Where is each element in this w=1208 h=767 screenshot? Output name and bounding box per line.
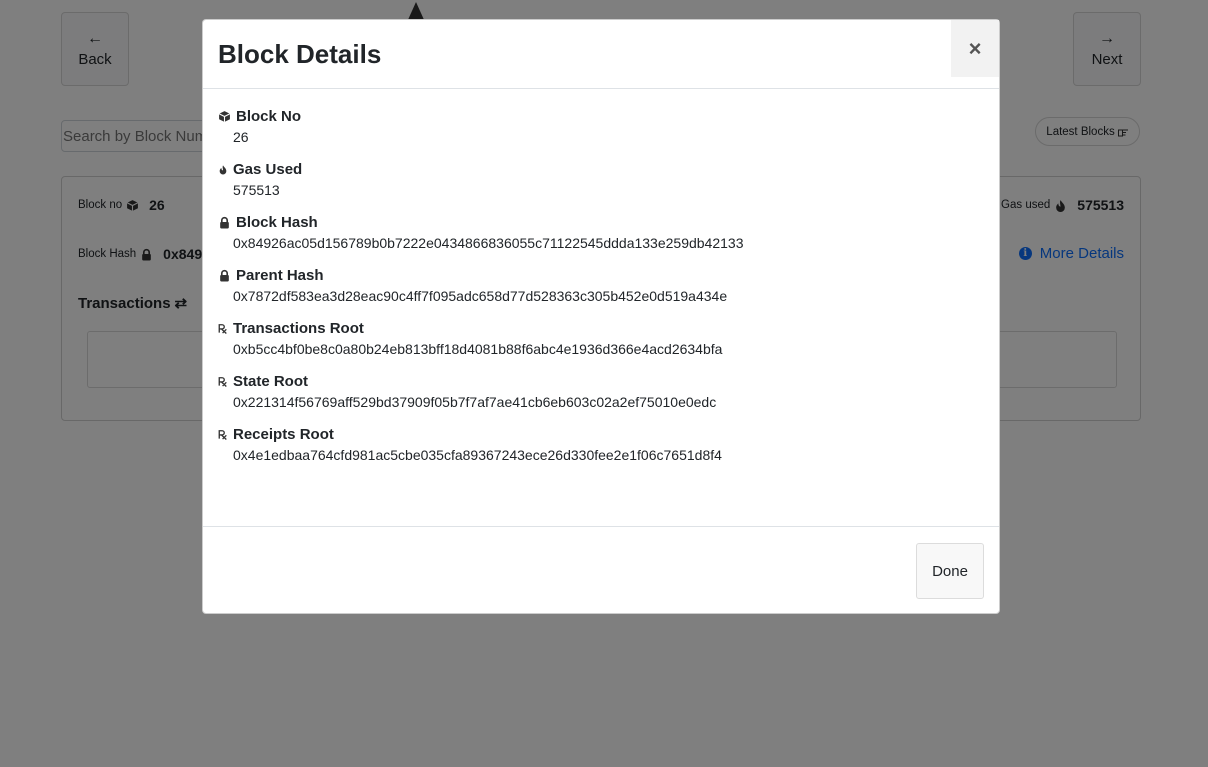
detail-block-no: Block No 26 (218, 107, 984, 146)
detail-value: 0x7872df583ea3d28eac90c4ff7f095adc658d77… (233, 288, 728, 304)
prescription-icon (218, 323, 227, 334)
close-button[interactable]: × (951, 20, 999, 77)
detail-block-hash: Block Hash 0x84926ac05d156789b0b7222e043… (218, 213, 984, 252)
prescription-icon (218, 429, 227, 440)
detail-label: Gas Used (233, 160, 303, 178)
detail-label: Block No (236, 107, 302, 125)
block-details-modal: Block Details × Block No 26 Gas Used 575… (202, 19, 1000, 614)
detail-gas-used: Gas Used 575513 (218, 160, 984, 199)
detail-value: 0x4e1edbaa764cfd981ac5cbe035cfa89367243e… (233, 447, 722, 463)
detail-label: Block Hash (236, 213, 318, 231)
cube-icon (218, 110, 231, 122)
detail-receipts-root: Receipts Root 0x4e1edbaa764cfd981ac5cbe0… (218, 425, 984, 464)
detail-transactions-root: Transactions Root 0xb5cc4bf0be8c0a80b24e… (218, 319, 984, 358)
detail-state-root: State Root 0x221314f56769aff529bd37909f0… (218, 372, 984, 411)
detail-value: 575513 (233, 182, 280, 198)
done-button[interactable]: Done (916, 543, 984, 599)
detail-value: 0x84926ac05d156789b0b7222e0434866836055c… (233, 235, 744, 251)
lock-icon (220, 216, 229, 228)
detail-label: Receipts Root (233, 425, 334, 443)
detail-value: 26 (233, 129, 249, 145)
fire-icon (219, 164, 227, 174)
modal-title: Block Details (218, 39, 382, 69)
modal-footer: Done (203, 527, 999, 614)
detail-value: 0x221314f56769aff529bd37909f05b7f7af7ae4… (233, 394, 717, 410)
detail-label: Parent Hash (236, 266, 324, 284)
detail-parent-hash: Parent Hash 0x7872df583ea3d28eac90c4ff7f… (218, 266, 984, 305)
detail-label: Transactions Root (233, 319, 364, 337)
modal-header: Block Details × (203, 20, 999, 89)
detail-value: 0xb5cc4bf0be8c0a80b24eb813bff18d4081b88f… (233, 341, 723, 357)
prescription-icon (218, 376, 227, 387)
close-icon: × (968, 35, 982, 61)
lock-icon (220, 269, 229, 281)
detail-label: State Root (233, 372, 308, 390)
modal-body: Block No 26 Gas Used 575513 Block Hash 0 (203, 89, 999, 527)
